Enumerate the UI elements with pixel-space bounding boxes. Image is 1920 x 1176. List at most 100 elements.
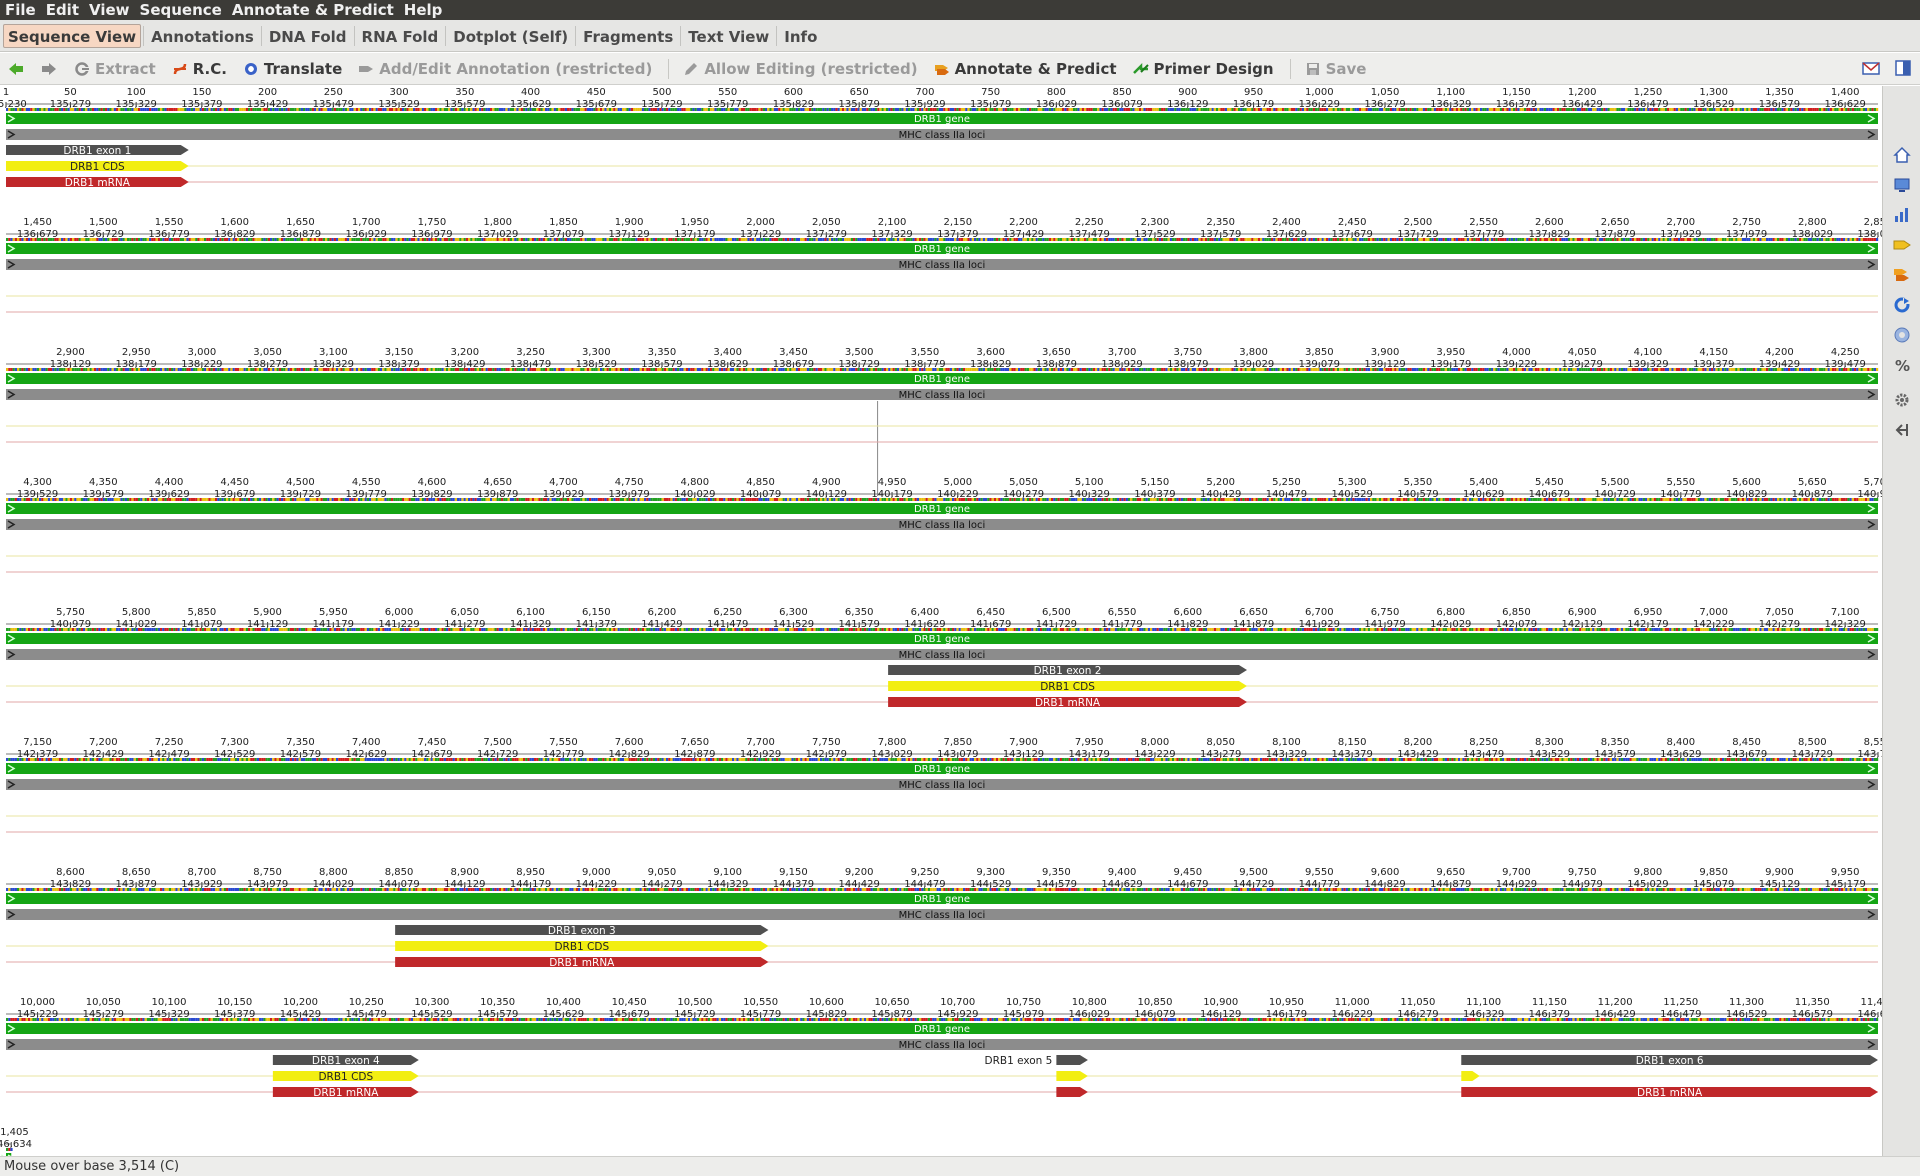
split-view-icon[interactable] xyxy=(1894,59,1912,77)
ruler-label: 350 xyxy=(455,87,474,98)
sequence-map[interactable]: 1135,23050135,279100135,329150135,379200… xyxy=(0,86,1882,1156)
bar-chart-icon[interactable] xyxy=(1893,206,1911,224)
ruler-label: 4,200 xyxy=(1765,347,1794,358)
sequence-row[interactable]: 10,000145,22910,050145,27910,100145,3291… xyxy=(6,997,1882,1099)
back-button[interactable] xyxy=(8,61,29,77)
ruler-label: 3,750 xyxy=(1174,347,1203,358)
tab-sequence-view[interactable]: Sequence View xyxy=(3,23,142,48)
ruler-label: 2,600 xyxy=(1535,217,1564,228)
ruler-label: 4,150 xyxy=(1699,347,1728,358)
sequence-row[interactable]: 2,900138,1292,950138,1793,000138,2293,05… xyxy=(6,347,1879,443)
ruler-label: 11,300 xyxy=(1729,997,1764,1008)
sequence-row[interactable]: 1135,23050135,279100135,329150135,379200… xyxy=(0,87,1879,189)
ruler-label: 6,800 xyxy=(1436,607,1465,618)
loci-label: MHC class IIa loci xyxy=(899,390,986,401)
ruler-label: 6,850 xyxy=(1502,607,1531,618)
sequence-row[interactable]: 8,600143,8298,650143,8798,700143,9298,75… xyxy=(6,867,1879,969)
reverse-complement-button[interactable]: R.C. xyxy=(172,60,227,78)
menu-sequence[interactable]: Sequence xyxy=(135,0,227,20)
ruler-label: 4,750 xyxy=(615,477,644,488)
sequence-row[interactable]: 11,405146,634DRB1 geneMHC class IIa loci… xyxy=(0,1127,52,1156)
ruler-label: 8,100 xyxy=(1272,737,1301,748)
annotation-icon[interactable] xyxy=(1893,236,1911,254)
allow-editing-button[interactable]: Allow Editing (restricted) xyxy=(683,60,918,78)
ruler-label: 6,000 xyxy=(385,607,414,618)
ruler-label: 7,900 xyxy=(1009,737,1038,748)
sequence-row[interactable]: 7,150142,3797,200142,4297,250142,4797,30… xyxy=(6,737,1882,833)
annotations-multi-icon[interactable] xyxy=(1893,266,1911,284)
ruler-label: 11,350 xyxy=(1795,997,1830,1008)
ruler-label: 3,150 xyxy=(385,347,414,358)
ruler-label: 7,200 xyxy=(89,737,118,748)
primer-design-label: Primer Design xyxy=(1153,59,1274,78)
ruler-label: 5,250 xyxy=(1272,477,1301,488)
envelope-icon[interactable] xyxy=(1862,59,1880,77)
ruler-label: 9,950 xyxy=(1831,867,1860,878)
tab-info[interactable]: Info xyxy=(779,24,822,48)
cds-label: DRB1 CDS xyxy=(1040,681,1095,693)
ruler-label: 8,950 xyxy=(516,867,545,878)
sequence-row[interactable]: 4,300139,5294,350139,5794,400139,6294,45… xyxy=(6,477,1882,573)
tab-dotplot[interactable]: Dotplot (Self) xyxy=(448,24,573,48)
refresh-icon[interactable] xyxy=(1893,296,1911,314)
display-icon[interactable] xyxy=(1893,176,1911,194)
menu-help[interactable]: Help xyxy=(399,0,448,20)
collapse-icon[interactable] xyxy=(1893,421,1911,439)
extract-button[interactable]: Extract xyxy=(74,60,156,78)
annotate-predict-button[interactable]: Annotate & Predict xyxy=(934,60,1117,78)
ruler-label: 6,200 xyxy=(648,607,677,618)
tab-annotations[interactable]: Annotations xyxy=(146,24,259,48)
ruler-label: 10,900 xyxy=(1203,997,1238,1008)
primer-design-button[interactable]: Primer Design xyxy=(1132,59,1274,78)
ruler-label: 7,450 xyxy=(418,737,447,748)
ruler-label: 4,450 xyxy=(220,477,249,488)
menu-view[interactable]: View xyxy=(84,0,135,20)
toolbar-divider xyxy=(1289,58,1291,79)
loci-label: MHC class IIa loci xyxy=(899,1040,986,1051)
menu-edit[interactable]: Edit xyxy=(41,0,84,20)
ruler-label: 1 xyxy=(3,87,9,98)
sequence-row[interactable]: 1,450136,6791,500136,7291,550136,7791,60… xyxy=(6,217,1882,313)
tab-rna-fold[interactable]: RNA Fold xyxy=(357,24,444,48)
save-label: Save xyxy=(1325,59,1367,78)
tab-text-view[interactable]: Text View xyxy=(683,24,774,48)
ruler-label: 7,250 xyxy=(155,737,184,748)
ruler-label: 2,750 xyxy=(1732,217,1761,228)
toolbar: Extract R.C. Translate Add/Edit Annotati… xyxy=(0,53,1920,85)
ruler-label: 2,400 xyxy=(1272,217,1301,228)
forward-button[interactable] xyxy=(41,61,62,77)
base-strip xyxy=(6,1148,13,1151)
ruler-label: 2,700 xyxy=(1666,217,1695,228)
ruler-label: 11,405 xyxy=(0,1127,29,1138)
percent-icon[interactable]: % xyxy=(1893,356,1911,374)
ruler-label: 2,250 xyxy=(1075,217,1104,228)
ruler-label: 4,600 xyxy=(418,477,447,488)
ruler-label: 7,950 xyxy=(1075,737,1104,748)
ruler-label: 1,700 xyxy=(352,217,381,228)
tab-divider xyxy=(143,25,145,46)
settings-circle-icon[interactable] xyxy=(1893,326,1911,344)
ruler-label: 8,500 xyxy=(1798,737,1827,748)
translate-button[interactable]: Translate xyxy=(243,60,342,78)
home-icon[interactable] xyxy=(1893,146,1911,164)
ruler-label: 400 xyxy=(521,87,540,98)
save-button[interactable]: Save xyxy=(1305,59,1367,78)
tab-divider xyxy=(680,25,682,46)
ruler-label: 3,250 xyxy=(516,347,545,358)
ruler-label: 3,500 xyxy=(845,347,874,358)
ruler-label: 9,600 xyxy=(1371,867,1400,878)
sequence-row[interactable]: 5,750140,9795,800141,0295,850141,0795,90… xyxy=(6,607,1879,709)
ruler-label: 4,000 xyxy=(1502,347,1531,358)
gear-icon[interactable] xyxy=(1893,391,1911,409)
ruler-label: 10,000 xyxy=(20,997,55,1008)
ruler-label: 5,850 xyxy=(188,607,217,618)
menu-annotate-predict[interactable]: Annotate & Predict xyxy=(227,0,399,20)
tab-fragments[interactable]: Fragments xyxy=(578,24,678,48)
ruler-label: 11,150 xyxy=(1532,997,1567,1008)
tab-dna-fold[interactable]: DNA Fold xyxy=(264,24,352,48)
add-edit-annotation-button[interactable]: Add/Edit Annotation (restricted) xyxy=(358,60,652,78)
menu-file[interactable]: File xyxy=(0,0,41,20)
tab-divider xyxy=(353,25,355,46)
sequence-viewer[interactable]: 1135,23050135,279100135,329150135,379200… xyxy=(0,86,1882,1156)
ruler-label: 10,850 xyxy=(1137,997,1172,1008)
